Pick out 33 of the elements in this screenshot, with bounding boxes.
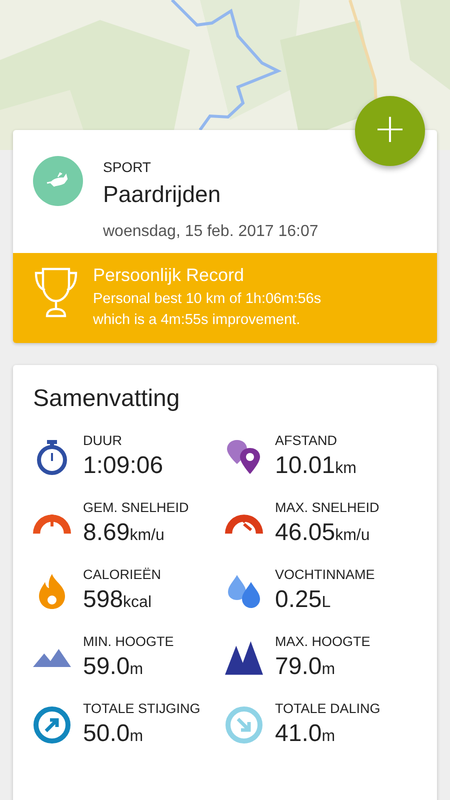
activity-date: woensdag, 15 feb. 2017 16:07 <box>103 223 318 241</box>
record-text: Personal best 10 km of 1h:06m:56s which is a 4m:55s improvement. <box>93 290 322 330</box>
stat-label: TOTALE STIJGING <box>83 701 200 716</box>
stat-value: 0.25L <box>275 586 332 614</box>
mountains-icon <box>225 640 263 674</box>
stat-label: CALORIEËN <box>83 567 162 582</box>
stat-label: GEM. SNELHEID <box>83 500 189 515</box>
arrow-up-right-icon <box>33 706 71 744</box>
stat-value: 1:09:06 <box>83 452 164 480</box>
speedometer-icon <box>33 512 71 535</box>
stat-value: 10.01km <box>275 452 356 480</box>
location-pins-icon <box>225 438 263 476</box>
stat-value: 59.0m <box>83 653 144 681</box>
stat-value: 598kcal <box>83 586 152 614</box>
stat-value: 41.0m <box>275 720 336 748</box>
speedometer-icon <box>225 512 263 535</box>
record-title: Persoonlijk Record <box>93 265 246 286</box>
stat-value: 46.05km/u <box>275 519 371 547</box>
stat-label: MIN. HOOGTE <box>83 634 174 649</box>
stat-label: MAX. HOOGTE <box>275 634 370 649</box>
stat-label: MAX. SNELHEID <box>275 500 380 515</box>
stat-label: VOCHTINNAME <box>275 567 375 582</box>
sport-label: SPORT <box>103 159 152 175</box>
mountains-icon <box>33 648 71 666</box>
summary-title: Samenvatting <box>33 385 181 413</box>
stat-value: 8.69km/u <box>83 519 166 547</box>
stat-label: AFSTAND <box>275 433 338 448</box>
arrow-down-right-icon <box>225 706 263 744</box>
stat-value: 79.0m <box>275 653 336 681</box>
stat-label: TOTALE DALING <box>275 701 380 716</box>
stat-value: 50.0m <box>83 720 144 748</box>
stat-label: DUUR <box>83 433 123 448</box>
sport-name: Paardrijden <box>103 181 222 208</box>
